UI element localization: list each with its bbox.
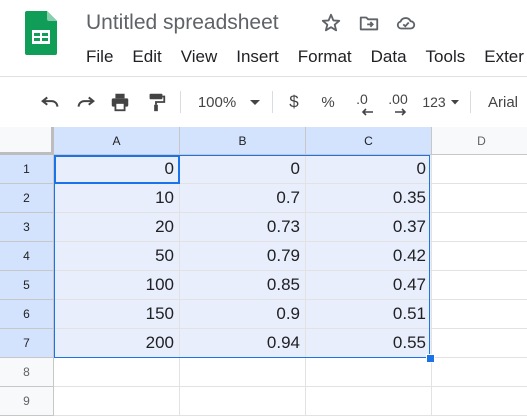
cell-b6[interactable]: 0.9 (180, 300, 306, 329)
cell-d5[interactable] (432, 271, 527, 300)
font-select[interactable]: Arial (488, 91, 527, 113)
cell-a8[interactable] (54, 358, 180, 387)
column-header-b[interactable]: B (180, 127, 306, 155)
row-header[interactable]: 5 (0, 271, 54, 300)
row-header[interactable]: 4 (0, 242, 54, 271)
cell-a6[interactable]: 150 (54, 300, 180, 329)
cell-c5[interactable]: 0.47 (306, 271, 432, 300)
select-all-corner[interactable] (0, 127, 54, 155)
redo-icon[interactable] (74, 91, 98, 113)
cell-c1[interactable]: 0 (306, 155, 432, 184)
star-icon[interactable] (320, 12, 342, 34)
row-header[interactable]: 6 (0, 300, 54, 329)
cell-d8[interactable] (432, 358, 527, 387)
row-header[interactable]: 7 (0, 329, 54, 358)
toolbar-divider (470, 91, 471, 113)
menu-bar: File Edit View Insert Format Data Tools … (86, 47, 527, 67)
currency-format-button[interactable]: $ (284, 91, 304, 113)
sheets-logo-icon[interactable] (25, 11, 57, 55)
undo-icon[interactable] (38, 91, 62, 113)
arrow-right-icon (395, 108, 407, 116)
spreadsheet-grid: ABCD 1 0 0 0 2 10 0.7 0.35 3 20 0.73 0.37 4 50 0.79 0.4… (0, 127, 527, 416)
cell-b2[interactable]: 0.7 (180, 184, 306, 213)
toolbar-divider (272, 91, 273, 113)
chevron-down-icon[interactable] (248, 91, 262, 113)
toolbar-divider (180, 91, 181, 113)
cell-c2[interactable]: 0.35 (306, 184, 432, 213)
cell-b1[interactable]: 0 (180, 155, 306, 184)
cell-c8[interactable] (306, 358, 432, 387)
menu-file[interactable]: File (86, 47, 113, 67)
document-title[interactable]: Untitled spreadsheet (86, 11, 279, 35)
column-header-a[interactable]: A (54, 127, 180, 155)
menu-extensions[interactable]: Exter (484, 47, 524, 67)
cell-c6[interactable]: 0.51 (306, 300, 432, 329)
cell-d7[interactable] (432, 329, 527, 358)
cell-d1[interactable] (432, 155, 527, 184)
cell-c4[interactable]: 0.42 (306, 242, 432, 271)
row-header[interactable]: 2 (0, 184, 54, 213)
fill-handle[interactable] (426, 354, 435, 363)
cell-a3[interactable]: 20 (54, 213, 180, 242)
cell-c7[interactable]: 0.55 (306, 329, 432, 358)
column-header-c[interactable]: C (306, 127, 432, 155)
column-header-d[interactable]: D (432, 127, 527, 155)
cell-b3[interactable]: 0.73 (180, 213, 306, 242)
row-header[interactable]: 1 (0, 155, 54, 184)
cell-a4[interactable]: 50 (54, 242, 180, 271)
row-header[interactable]: 8 (0, 358, 54, 387)
menu-format[interactable]: Format (298, 47, 352, 67)
chevron-down-icon[interactable] (449, 91, 461, 113)
cell-a7[interactable]: 200 (54, 329, 180, 358)
cell-d3[interactable] (432, 213, 527, 242)
zoom-select[interactable]: 100% (196, 91, 238, 113)
menu-edit[interactable]: Edit (132, 47, 161, 67)
cell-b7[interactable]: 0.94 (180, 329, 306, 358)
print-icon[interactable] (108, 91, 132, 113)
paint-format-icon[interactable] (144, 91, 168, 113)
arrow-left-icon (361, 108, 373, 116)
cell-d4[interactable] (432, 242, 527, 271)
percent-format-button[interactable]: % (318, 91, 338, 113)
menu-tools[interactable]: Tools (426, 47, 466, 67)
cell-a2[interactable]: 10 (54, 184, 180, 213)
cell-b5[interactable]: 0.85 (180, 271, 306, 300)
row-header[interactable]: 3 (0, 213, 54, 242)
cell-c3[interactable]: 0.37 (306, 213, 432, 242)
cell-b8[interactable] (180, 358, 306, 387)
menu-view[interactable]: View (181, 47, 218, 67)
cell-d2[interactable] (432, 184, 527, 213)
cloud-saved-icon[interactable] (395, 12, 417, 34)
cell-a1[interactable]: 0 (54, 155, 180, 184)
app-header: Untitled spreadsheet File Edit View Inse… (0, 0, 527, 76)
move-to-folder-icon[interactable] (358, 12, 380, 34)
toolbar: 100% $ % .0 .00 123 Arial (0, 76, 527, 128)
cell-b4[interactable]: 0.79 (180, 242, 306, 271)
more-formats-button[interactable]: 123 (420, 91, 448, 113)
cell-d6[interactable] (432, 300, 527, 329)
cell-a5[interactable]: 100 (54, 271, 180, 300)
menu-insert[interactable]: Insert (236, 47, 279, 67)
menu-data[interactable]: Data (371, 47, 407, 67)
